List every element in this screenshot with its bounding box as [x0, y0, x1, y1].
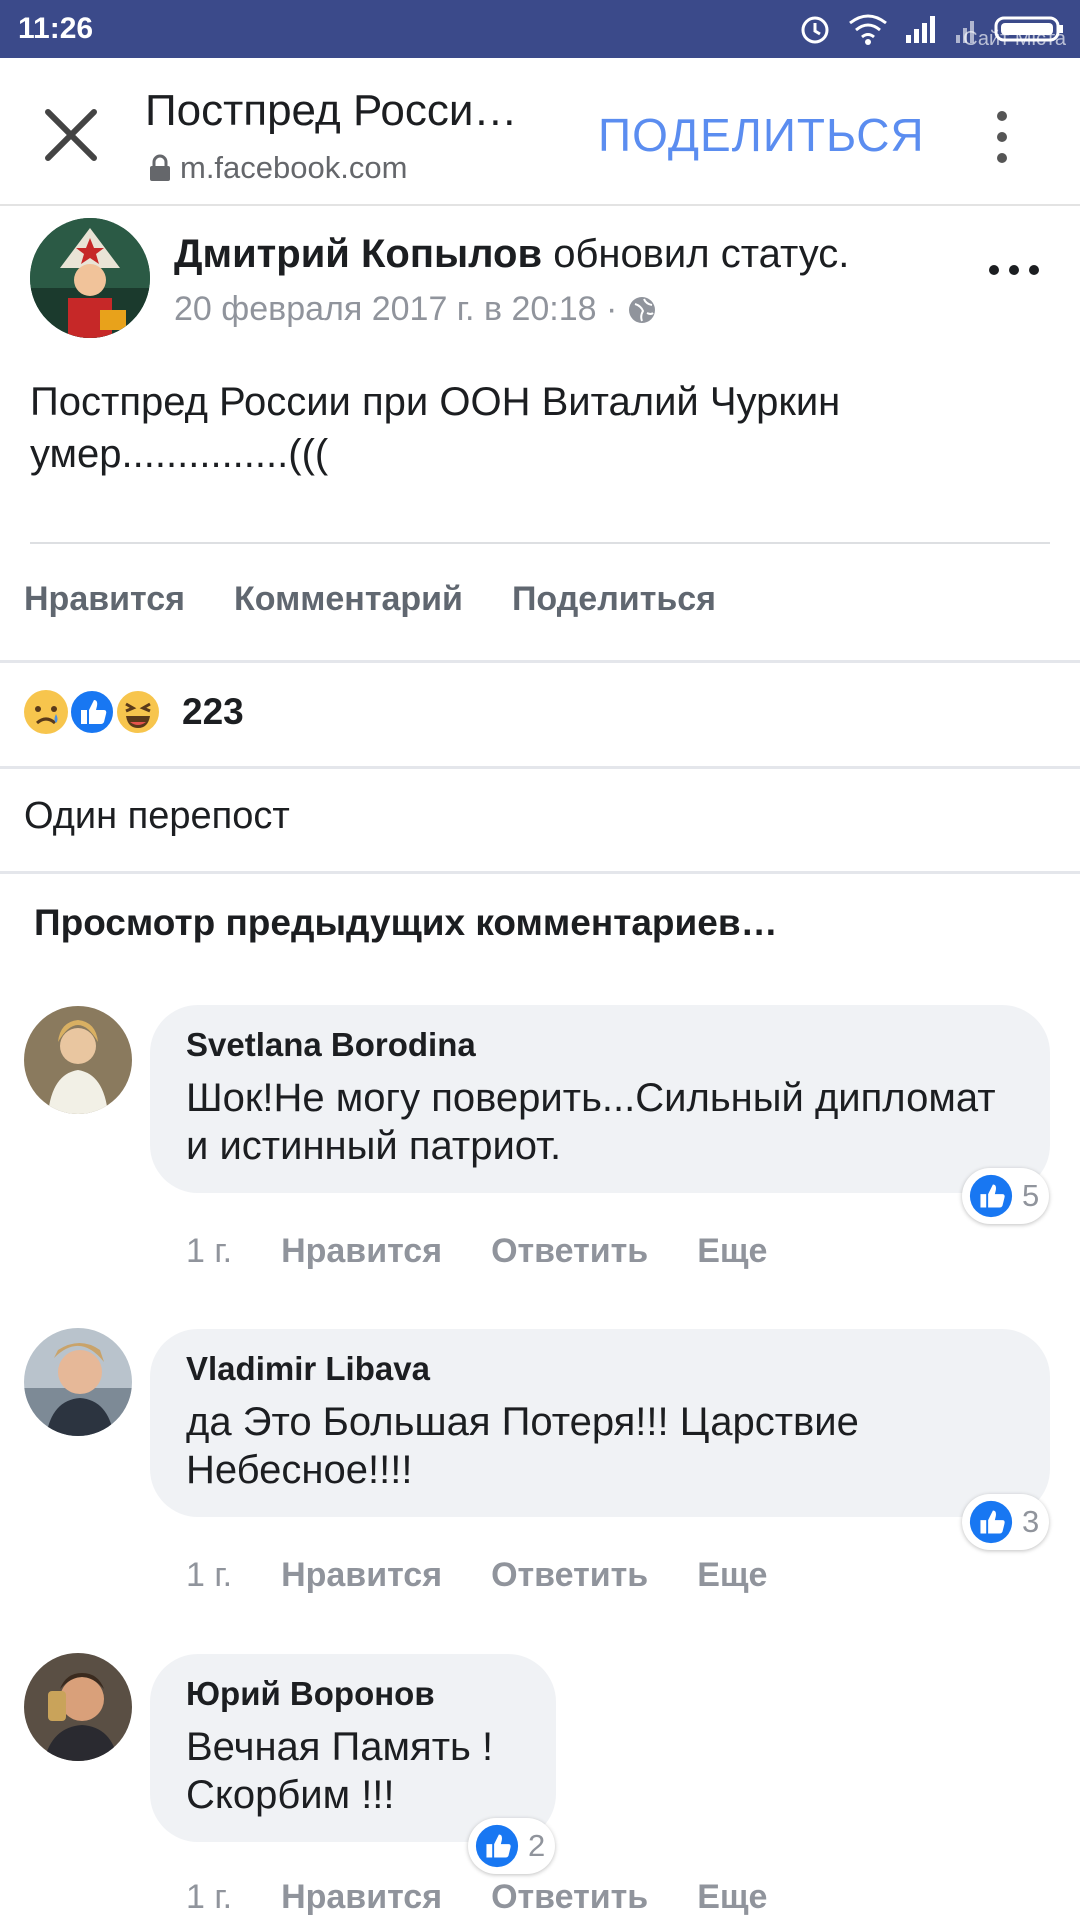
comment-text: Шок!Не могу поверить...Сильный дипломат …	[186, 1076, 996, 1168]
reaction-count: 223	[182, 691, 244, 732]
comment-actions: 1 г. Нравится Ответить Еще	[186, 1232, 767, 1271]
comment-like-count: 3	[1022, 1504, 1040, 1539]
comment-author[interactable]: Юрий Воронов	[186, 1675, 435, 1713]
comment-like-count: 2	[528, 1828, 546, 1863]
close-icon[interactable]	[40, 104, 102, 166]
page-url: m.facebook.com	[148, 150, 407, 186]
comment-more-button[interactable]: Еще	[697, 1232, 767, 1271]
post-date-line: 20 февраля 2017 г. в 20:18 ·	[174, 290, 657, 329]
post-action-text: обновил статус.	[542, 232, 850, 276]
watermark: Сайт Мiста	[963, 28, 1066, 50]
signal-icon	[906, 16, 935, 43]
lock-icon	[150, 154, 170, 181]
comment-reply-button[interactable]: Ответить	[491, 1878, 648, 1917]
comment-text: да Это Большая Потеря!!! Царствие Небесн…	[186, 1400, 859, 1492]
status-time: 11:26	[18, 12, 94, 45]
comment-avatar[interactable]	[24, 1653, 132, 1761]
post-date[interactable]: 20 февраля 2017 г. в 20:18 ·	[174, 290, 617, 329]
comment-like-badge[interactable]: 5	[962, 1168, 1050, 1224]
post-actions: Нравится Комментарий Поделиться	[24, 580, 716, 619]
divider	[0, 766, 1080, 769]
sad-reaction-icon	[24, 690, 68, 734]
reposts-count[interactable]: Один перепост	[24, 795, 290, 838]
comment-author[interactable]: Vladimir Libava	[186, 1350, 430, 1388]
comment-like-count: 5	[1022, 1178, 1040, 1213]
author-avatar[interactable]	[30, 218, 150, 338]
post-text: Постпред России при ООН Виталий Чуркин у…	[30, 380, 841, 476]
comment-avatar[interactable]	[24, 1006, 132, 1114]
comment-time[interactable]: 1 г.	[186, 1232, 232, 1271]
view-previous-comments-link[interactable]: Просмотр предыдущих комментариев…	[34, 902, 778, 944]
comment-author[interactable]: Svetlana Borodina	[186, 1026, 476, 1064]
comment-reply-button[interactable]: Ответить	[491, 1556, 648, 1595]
comment-actions: 1 г. Нравится Ответить Еще	[186, 1556, 767, 1595]
like-icon	[969, 1500, 1013, 1544]
comment-button[interactable]: Комментарий	[234, 580, 463, 619]
share-button[interactable]: ПОДЕЛИТЬСЯ	[598, 108, 925, 162]
comment-more-button[interactable]: Еще	[697, 1878, 767, 1917]
comment-like-badge[interactable]: 3	[962, 1494, 1050, 1550]
like-icon	[969, 1174, 1013, 1218]
wifi-icon	[849, 14, 887, 45]
page-title: Постпред Росси…	[145, 86, 518, 135]
like-icon	[475, 1824, 519, 1868]
divider	[0, 660, 1080, 663]
url-text: m.facebook.com	[180, 150, 408, 185]
alarm-icon	[801, 16, 829, 44]
globe-icon	[629, 296, 656, 323]
haha-reaction-icon	[115, 689, 161, 735]
more-horizontal-icon[interactable]	[986, 262, 1042, 278]
comment-like-button[interactable]: Нравится	[281, 1878, 442, 1917]
post-author-name[interactable]: Дмитрий Копылов	[174, 232, 542, 276]
share-post-button[interactable]: Поделиться	[512, 580, 716, 619]
comment-like-button[interactable]: Нравится	[281, 1232, 442, 1271]
comment-time[interactable]: 1 г.	[186, 1878, 232, 1917]
reactions-summary[interactable]: 223	[22, 688, 244, 736]
comment-more-button[interactable]: Еще	[697, 1556, 767, 1595]
like-button[interactable]: Нравится	[24, 580, 185, 619]
comment-like-button[interactable]: Нравится	[281, 1556, 442, 1595]
comment-actions: 1 г. Нравится Ответить Еще	[186, 1878, 767, 1917]
comment-reply-button[interactable]: Ответить	[491, 1232, 648, 1271]
comment-time[interactable]: 1 г.	[186, 1556, 232, 1595]
like-reaction-icon	[69, 689, 115, 735]
divider	[0, 871, 1080, 874]
divider	[30, 542, 1050, 544]
comment-avatar[interactable]	[24, 1328, 132, 1436]
comment-text: Вечная Память ! Скорбим !!!	[186, 1725, 494, 1817]
comment-like-badge[interactable]: 2	[468, 1818, 556, 1874]
more-vertical-icon[interactable]	[990, 106, 1014, 168]
post-author-line: Дмитрий Копылов обновил статус.	[174, 232, 849, 277]
custom-tab-toolbar: Постпред Росси… m.facebook.com ПОДЕЛИТЬС…	[0, 58, 1080, 206]
status-bar: 11:26 Сайт Мiста	[0, 0, 1080, 58]
